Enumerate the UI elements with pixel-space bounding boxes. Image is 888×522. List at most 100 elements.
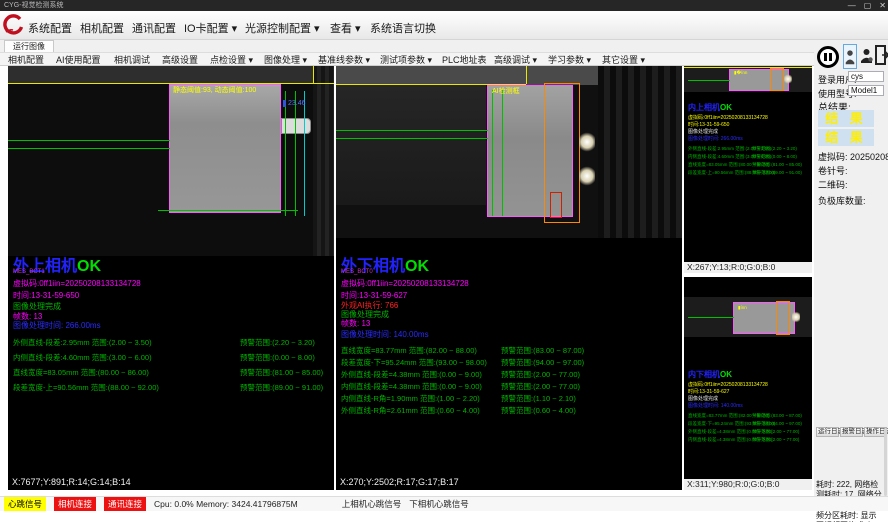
pixel-coord-readout: X:311;Y:980;R:0;G:0;B:0 bbox=[684, 479, 812, 490]
process-time-line: 图像处理时间: 140.00ms bbox=[341, 329, 429, 340]
log-scrollbar[interactable] bbox=[884, 428, 887, 496]
camera-panel-inner-upper[interactable]: ▮�ínn 内上相机OK 虚拟码:0ff1iin=202502081331347… bbox=[684, 66, 812, 273]
tool-advanced-set[interactable]: 高级设置 bbox=[162, 54, 198, 66]
measure-row: 直线宽度=83.05mm 范围:(80.00 ~ 86.00)预警范围:(81.… bbox=[8, 367, 334, 377]
weld-spot bbox=[784, 74, 792, 84]
tab-strip: 运行图像 bbox=[0, 40, 888, 52]
close-icon[interactable]: ✕ bbox=[879, 0, 886, 11]
result-badge-upper: 结 果 bbox=[818, 110, 874, 127]
tool-camera-config[interactable]: 相机配置 bbox=[8, 54, 44, 66]
result-title-inner-upper: 内上相机OK bbox=[688, 102, 732, 113]
camera-link-badge: 相机连接 bbox=[54, 497, 96, 511]
pixel-coord-readout: X:7677;Y:891;R:14;G:14;B:14 bbox=[12, 477, 131, 487]
overlay-label: ▮�ínn bbox=[734, 70, 747, 76]
tool-test-param[interactable]: 测试项参数 ▾ bbox=[380, 54, 432, 66]
overlay-orange-box bbox=[776, 301, 790, 335]
measure-row: 内侧直线-段差:4.60mm 范围:(3.00 ~ 6.00)预警范围:(0.0… bbox=[8, 352, 334, 362]
process-time-line: 图像处理时间: 140.00ms bbox=[688, 402, 743, 409]
camera-image-outer-lower[interactable]: AI检测框 bbox=[336, 66, 682, 238]
app-window: CYG-视觉检测系统 — ▢ ✕ 系统配置 相机配置 通讯配置 IO卡配置 ▾ … bbox=[0, 0, 888, 522]
overlay-green-vline-1 bbox=[285, 91, 286, 216]
ok-status: OK bbox=[405, 258, 429, 275]
user-settings-button[interactable] bbox=[860, 47, 873, 64]
tool-plc-table[interactable]: PLC地址表 bbox=[442, 54, 487, 66]
log-tab-alarm[interactable]: 报警日志 bbox=[840, 427, 863, 437]
menu-light-config[interactable]: 光源控制配置 ▾ bbox=[245, 20, 320, 36]
menu-comm-config[interactable]: 通讯配置 bbox=[132, 20, 176, 36]
process-time-line: 图像处理时间: 266.00ms bbox=[13, 320, 101, 331]
image-stripe-texture bbox=[598, 66, 682, 238]
tool-other-settings[interactable]: 其它设置 ▾ bbox=[602, 54, 645, 66]
cpu-memory-readout: Cpu: 0.0% Memory: 3424.41796875M bbox=[154, 499, 298, 509]
tool-advanced-debug[interactable]: 高级调试 ▾ bbox=[494, 54, 537, 66]
overlay-cyan-vline bbox=[304, 91, 305, 216]
measure-row: 内侧直线-段差=4.38mm 范围:(0.00 ~ 9.00)预警范围:(2.0… bbox=[336, 381, 682, 391]
overlay-green-hline bbox=[688, 80, 730, 81]
camera-panel-outer-lower[interactable]: AI检测框 外下相机OK MES_BCT0 虚拟码:0ff1iin=202502… bbox=[336, 66, 682, 490]
measure-row: 外侧直线-段差:2.95mm 范围:(2.00 ~ 3.50)预警范围:(2.2… bbox=[8, 337, 334, 347]
measure-row: 内侧直线-R角=1.90mm 范围:(1.00 ~ 2.20)预警范围:(1.1… bbox=[336, 393, 682, 403]
minimize-icon[interactable]: — bbox=[848, 0, 856, 11]
menu-bar: 系统配置 相机配置 通讯配置 IO卡配置 ▾ 光源控制配置 ▾ 查看 ▾ 系统语… bbox=[0, 11, 888, 40]
tool-spot-check[interactable]: 点检设置 ▾ bbox=[210, 54, 253, 66]
tool-learn-param[interactable]: 学习参数 ▾ bbox=[548, 54, 591, 66]
virtual-code-value: 20250208 bbox=[850, 152, 888, 162]
login-user-input[interactable] bbox=[848, 71, 884, 82]
comm-link-badge: 通讯连接 bbox=[104, 497, 146, 511]
mes-status: MES_BCT1 bbox=[13, 269, 45, 275]
camera-image-inner-upper[interactable]: ▮�ínn bbox=[684, 66, 812, 92]
image-top-band bbox=[8, 66, 334, 83]
user-login-button[interactable] bbox=[843, 44, 857, 69]
menu-system-config[interactable]: 系统配置 bbox=[28, 20, 72, 36]
app-logo-icon bbox=[3, 14, 25, 36]
virtual-code-line: 虚拟码:0ff1iin=20250208133134728 bbox=[13, 278, 141, 289]
overlay-ai-label: AI检测框 bbox=[492, 86, 520, 96]
virtual-code-line: 虚拟码:0ff1iin=20250208133134728 bbox=[688, 114, 768, 121]
mes-status: MES_BCT0 bbox=[341, 269, 373, 275]
process-done-line: 图像处理完成 bbox=[688, 395, 718, 402]
camera-image-outer-upper[interactable]: 静态阈值:93, 动态阈值:100 23.46 bbox=[8, 66, 334, 256]
heartbeat-badge: 心跳信号 bbox=[4, 497, 46, 511]
tool-image-process[interactable]: 图像处理 ▾ bbox=[264, 54, 307, 66]
log-tab-run[interactable]: 运行日志 bbox=[816, 427, 839, 437]
control-panel: 登录用户: 使用型号: 总结果: 结 果 结 果 虚拟码: 20250208 卷… bbox=[814, 40, 888, 496]
overlay-threshold-text: 静态阈值:93, 动态阈值:100 bbox=[173, 85, 256, 95]
overlay-yellow-vline bbox=[313, 66, 314, 83]
camera-panel-inner-lower[interactable]: ▮ínn 内下相机OK 虚拟码:0ff1iin=2025020813313472… bbox=[684, 277, 812, 490]
weld-spot bbox=[792, 311, 800, 323]
measure-row: 外侧直线-R角=2.61mm 范围:(0.60 ~ 4.00)预警范围:(0.6… bbox=[336, 405, 682, 415]
result-title-inner-lower: 内下相机OK bbox=[688, 369, 732, 380]
overlay-orange-box bbox=[770, 68, 784, 91]
overlay-measure-label: 23.46 bbox=[283, 100, 306, 107]
model-input[interactable] bbox=[848, 85, 884, 96]
maximize-icon[interactable]: ▢ bbox=[864, 0, 872, 11]
tool-baseline-param[interactable]: 基准线参数 ▾ bbox=[318, 54, 370, 66]
toolbar: 相机配置 AI使用配置 相机调试 高级设置 点检设置 ▾ 图像处理 ▾ 基准线参… bbox=[0, 52, 888, 66]
overlay-green-hline-2 bbox=[8, 148, 170, 149]
menu-view[interactable]: 查看 ▾ bbox=[330, 20, 361, 36]
overlay-green-vline-1 bbox=[492, 90, 493, 216]
menu-io-config[interactable]: IO卡配置 ▾ bbox=[184, 20, 237, 36]
exit-button[interactable] bbox=[875, 45, 888, 65]
virtual-code-label: 虚拟码: 20250208 bbox=[818, 150, 888, 163]
camera-image-inner-lower[interactable]: ▮ínn bbox=[684, 297, 812, 337]
virtual-code-line: 虚拟码:0ff1iin=20250208133134728 bbox=[688, 381, 768, 388]
ok-status: OK bbox=[77, 258, 101, 275]
lower-camera-heartbeat: 下相机心跳信号 bbox=[409, 498, 469, 510]
log-tab-bar: 运行日志 报警日志 操作日志 bbox=[816, 427, 886, 438]
ok-status: OK bbox=[720, 370, 732, 379]
overlay-green-hline-1 bbox=[8, 140, 170, 141]
pause-button[interactable] bbox=[817, 46, 839, 68]
menu-language-switch[interactable]: 系统语言切换 bbox=[370, 20, 436, 36]
virtual-code-line: 虚拟码:0ff1iin=20250208133134728 bbox=[341, 278, 469, 289]
menu-camera-config[interactable]: 相机配置 bbox=[80, 20, 124, 36]
pixel-coord-readout: X:270;Y:2502;R:17;G:17;B:17 bbox=[340, 477, 459, 487]
title-bar: CYG-视觉检测系统 — ▢ ✕ bbox=[0, 0, 888, 11]
camera-panel-outer-upper[interactable]: 静态阈值:93, 动态阈值:100 23.46 外上相机OK MES_BCT1 … bbox=[8, 66, 334, 490]
user-gear-icon bbox=[860, 47, 873, 64]
tool-ai-config[interactable]: AI使用配置 bbox=[56, 54, 101, 66]
time-line: 时间:13-31-59-650 bbox=[688, 121, 729, 128]
tool-camera-debug[interactable]: 相机调试 bbox=[114, 54, 150, 66]
tab-run-image[interactable]: 运行图像 bbox=[4, 40, 54, 52]
overlay-green-vline-2 bbox=[502, 90, 503, 216]
